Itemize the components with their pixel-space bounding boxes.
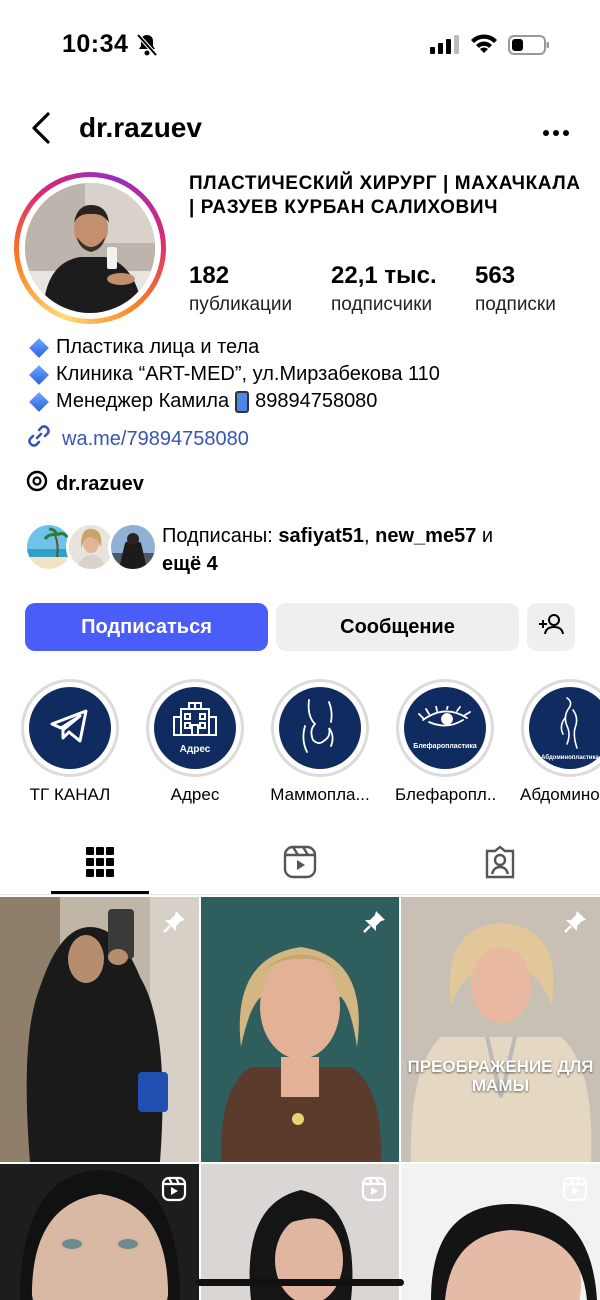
link-icon: [26, 423, 52, 455]
highlight-blepharoplasty[interactable]: Блефаропластика Блефаропл...: [395, 679, 495, 805]
message-button[interactable]: Сообщение: [276, 603, 519, 651]
more-options-icon[interactable]: [542, 124, 570, 142]
add-person-icon: [538, 612, 564, 642]
bell-muted-icon: [136, 33, 158, 62]
active-tab-indicator: [51, 891, 149, 894]
building-icon: [173, 701, 217, 742]
post-overlay-text: ПРЕОБРАЖЕНИЕ ДЛЯ МАМЫ: [407, 1057, 594, 1095]
status-time: 10:34: [62, 30, 129, 58]
highlight-label: Маммопла...: [270, 785, 370, 804]
reels-icon: [562, 1176, 588, 1207]
followed-prefix: Подписаны:: [162, 525, 279, 547]
highlight-address[interactable]: Адрес Адрес: [145, 679, 245, 805]
back-chevron-icon[interactable]: [28, 110, 54, 151]
stat-followers[interactable]: 22,1 тыс. подписчики: [331, 262, 437, 316]
avatar-story-ring[interactable]: [14, 172, 166, 324]
bio-line: Пластика лица и тела: [56, 336, 260, 358]
tagged-icon: [483, 845, 517, 895]
post-thumbnail[interactable]: [0, 897, 199, 1162]
highlight-cover-text: Абдоминопластика: [541, 754, 599, 761]
posts-grid: ПРЕОБРАЖЕНИЕ ДЛЯ МАМЫ: [0, 897, 600, 1300]
stat-followers-label: подписчики: [331, 294, 433, 315]
tab-grid[interactable]: [0, 843, 200, 895]
profile-full-name: ПЛАСТИЧЕСКИЙ ХИРУРГ | МАХАЧКАЛА | РАЗУЕВ…: [189, 173, 581, 218]
follow-button[interactable]: Подписаться: [25, 603, 268, 651]
post-thumbnail[interactable]: [201, 897, 399, 1162]
reels-icon: [361, 1176, 387, 1207]
status-bar: 10:34: [0, 0, 600, 90]
header-username: dr.razuev: [79, 112, 202, 143]
highlight-cover-text: Адрес: [179, 744, 211, 755]
blue-diamond-icon: [29, 391, 49, 412]
profile-link[interactable]: wa.me/79894758080: [26, 423, 249, 455]
threads-badge[interactable]: dr.razuev: [26, 470, 144, 498]
wifi-icon: [470, 32, 498, 59]
cellular-signal-icon: [430, 34, 460, 59]
reels-icon: [283, 845, 317, 895]
profile-link-text: wa.me/79894758080: [62, 427, 249, 450]
pin-icon: [161, 909, 187, 940]
tab-tagged[interactable]: [400, 843, 600, 895]
suggest-users-button[interactable]: [527, 603, 575, 651]
highlight-tg-channel[interactable]: ТГ КАНАЛ: [20, 679, 120, 805]
highlight-label: Адрес: [170, 785, 220, 804]
pin-icon: [361, 909, 387, 940]
bio-phone: 89894758080: [255, 390, 378, 412]
followed-by-text: Подписаны: safiyat51, new_me57 и ещё 4: [162, 522, 562, 578]
highlight-label: Абдоминоп: [520, 785, 600, 804]
threads-icon: [26, 470, 48, 498]
mobile-phone-icon: [235, 390, 250, 413]
bio-line: Клиника “ART-MED”, ул.Мирзабекова 110: [56, 363, 440, 385]
battery-icon: [508, 35, 550, 60]
bio-line: Менеджер Камила: [56, 390, 230, 412]
telegram-icon: [50, 708, 90, 749]
followed-and: и: [476, 525, 494, 547]
stat-posts-label: публикации: [189, 294, 293, 315]
blue-diamond-icon: [29, 364, 49, 385]
pin-icon: [562, 909, 588, 940]
profile-header: dr.razuev: [0, 100, 600, 156]
eye-icon: [417, 704, 473, 737]
highlight-abdominoplasty[interactable]: Абдоминопластика Абдоминоп: [520, 679, 600, 805]
stat-followers-value: 22,1 тыс.: [331, 262, 437, 289]
torso-outline-icon: [555, 696, 585, 757]
stat-following-value: 563: [475, 262, 516, 289]
followed-sep: ,: [364, 525, 376, 547]
blue-diamond-icon: [29, 337, 49, 358]
post-thumbnail[interactable]: ПРЕОБРАЖЕНИЕ ДЛЯ МАМЫ: [401, 897, 600, 1162]
stat-posts[interactable]: 182 публикации: [189, 262, 292, 316]
profile-bio: Пластика лица и тела Клиника “ART-MED”, …: [28, 334, 440, 415]
profile-tabs: [0, 835, 600, 895]
stat-following-label: подписки: [475, 294, 556, 315]
highlight-mammoplasty[interactable]: Маммопла...: [270, 679, 370, 805]
avatar: [25, 183, 155, 313]
post-thumbnail[interactable]: [401, 1164, 600, 1300]
followed-user[interactable]: new_me57: [375, 525, 476, 547]
highlight-cover-text: Блефаропластика: [413, 743, 477, 750]
reels-icon: [161, 1176, 187, 1207]
highlight-label: ТГ КАНАЛ: [29, 785, 111, 804]
grid-icon: [85, 845, 115, 895]
post-thumbnail[interactable]: [0, 1164, 199, 1300]
highlight-label: Блефаропл...: [395, 785, 495, 804]
followed-more[interactable]: ещё 4: [162, 553, 218, 575]
stat-posts-value: 182: [189, 262, 230, 289]
body-outline-icon: [295, 696, 345, 761]
tab-reels[interactable]: [200, 843, 400, 895]
stat-following[interactable]: 563 подписки: [475, 262, 556, 316]
threads-handle: dr.razuev: [56, 472, 144, 495]
home-indicator[interactable]: [196, 1279, 404, 1286]
followed-user[interactable]: safiyat51: [278, 525, 364, 547]
follower-avatar: [108, 522, 158, 572]
